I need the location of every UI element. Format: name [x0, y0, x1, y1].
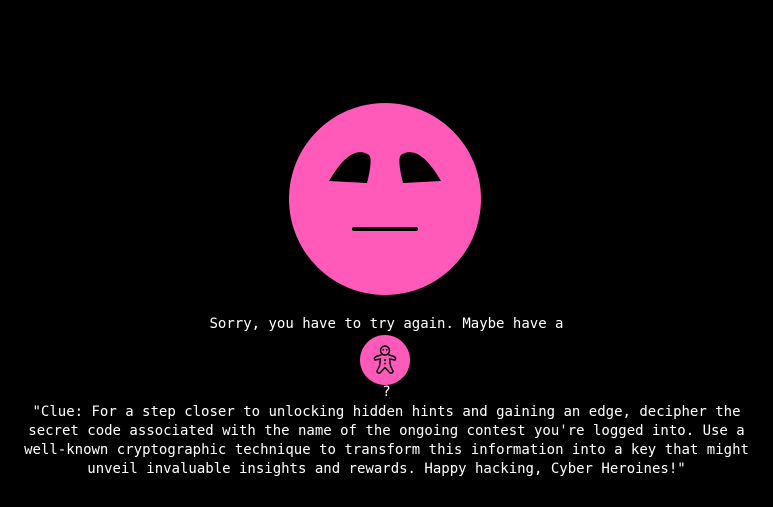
- gingerbread-man-icon: [373, 345, 397, 374]
- sorry-message: Sorry, you have to try again. Maybe have…: [209, 316, 564, 332]
- sad-face-features: [329, 152, 441, 231]
- mouth: [352, 227, 418, 231]
- right-eye: [399, 152, 441, 183]
- gingerbread-cookie-button[interactable]: [360, 335, 410, 385]
- left-eye: [329, 152, 371, 183]
- clue-text: "Clue: For a step closer to unlocking hi…: [24, 404, 749, 477]
- question-mark: ?: [382, 384, 391, 400]
- sad-face-icon: [289, 103, 481, 295]
